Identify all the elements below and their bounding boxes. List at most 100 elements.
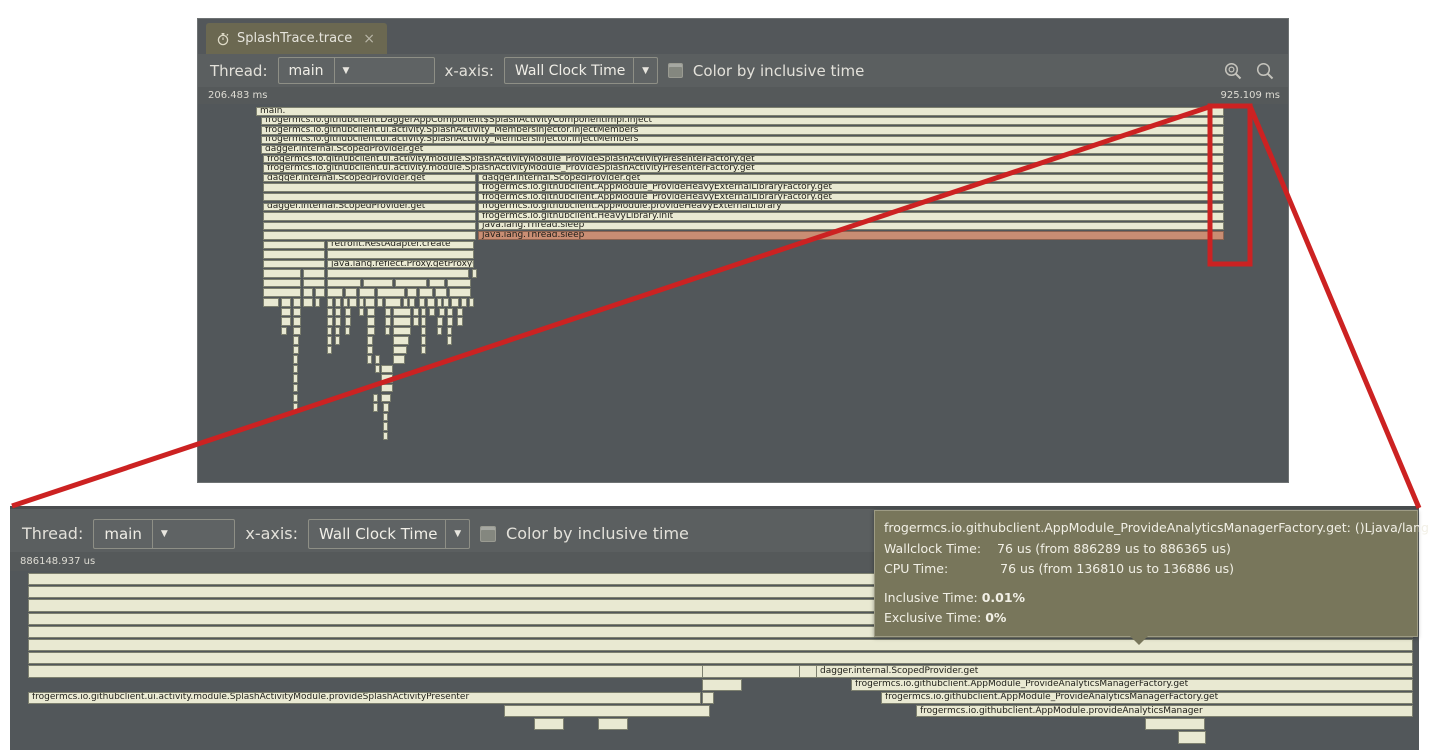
flame-frame[interactable] [327, 288, 343, 297]
thread-select[interactable]: main ▼ [93, 518, 236, 549]
flame-frame[interactable] [293, 307, 301, 317]
flame-frame[interactable] [443, 298, 449, 307]
flame-frame[interactable] [385, 307, 391, 317]
flame-frame[interactable] [407, 288, 417, 297]
top-flame-chart[interactable]: main. frogermcs.io.githubclient.DaggerApp… [198, 104, 1288, 482]
flame-frame[interactable] [447, 326, 452, 336]
flame-frame[interactable] [327, 345, 332, 355]
flame-frame[interactable] [702, 691, 714, 704]
flame-frame[interactable] [381, 374, 393, 383]
flame-frame[interactable] [345, 288, 357, 297]
flame-frame[interactable] [293, 355, 298, 364]
flame-frame[interactable] [263, 231, 476, 240]
flame-frame[interactable]: java.lang.Thread.sleep [478, 231, 1224, 240]
flame-frame[interactable] [373, 403, 378, 412]
flame-frame[interactable] [598, 718, 628, 731]
flame-frame[interactable] [363, 278, 393, 288]
flame-frame[interactable]: frogermcs.io.githubclient.AppModule_Prov… [478, 192, 1224, 202]
flame-frame[interactable] [383, 431, 388, 441]
color-by-inclusive-checkbox[interactable] [480, 525, 497, 542]
flame-frame[interactable] [393, 345, 407, 355]
flame-frame[interactable] [293, 336, 299, 345]
flame-frame[interactable] [367, 307, 375, 317]
flame-frame[interactable] [263, 288, 301, 297]
flame-frame[interactable] [437, 326, 442, 336]
flame-frame[interactable] [413, 317, 419, 326]
flame-frame[interactable] [345, 307, 351, 317]
flame-frame[interactable]: java.lang.reflect.Proxy.getProxyClass [327, 259, 474, 269]
xaxis-select[interactable]: Wall Clock Time ▼ [308, 518, 471, 549]
flame-frame[interactable] [409, 298, 415, 307]
flame-frame[interactable] [702, 678, 742, 691]
flame-frame[interactable] [327, 250, 474, 259]
flame-frame[interactable] [393, 317, 411, 326]
flame-frame[interactable]: frogermcs.io.githubclient.DaggerAppCompo… [261, 116, 1224, 126]
flame-frame[interactable] [383, 403, 389, 412]
flame-frame[interactable] [385, 326, 390, 336]
flame-frame[interactable] [281, 326, 287, 336]
thread-select[interactable]: main ▼ [277, 57, 435, 84]
flame-frame[interactable] [385, 317, 391, 326]
flame-frame[interactable] [293, 374, 298, 383]
flame-frame[interactable] [327, 336, 332, 345]
flame-frame[interactable] [472, 269, 477, 278]
flame-frame[interactable] [263, 298, 279, 307]
flame-frame[interactable] [457, 317, 463, 326]
flame-frame[interactable] [393, 336, 409, 345]
flame-frame[interactable] [377, 288, 405, 297]
flame-frame[interactable] [293, 383, 298, 393]
flame-frame[interactable] [335, 307, 341, 317]
flame-frame[interactable] [365, 298, 375, 307]
flame-frame[interactable]: frogermcs.io.githubclient.AppModule_Prov… [478, 183, 1224, 192]
flame-frame[interactable] [381, 393, 391, 403]
flame-frame[interactable] [367, 317, 375, 326]
flame-frame[interactable] [28, 652, 1413, 665]
flame-frame[interactable] [421, 345, 426, 355]
flame-frame[interactable] [315, 298, 320, 307]
flame-frame[interactable] [702, 665, 800, 678]
flame-frame[interactable]: dagger.internal.ScopedProvider.get [261, 145, 1224, 154]
flame-frame[interactable] [263, 192, 476, 202]
flame-frame[interactable] [447, 336, 452, 345]
flame-frame[interactable] [421, 326, 426, 336]
flame-frame[interactable] [393, 355, 405, 364]
flame-frame[interactable] [421, 317, 426, 326]
flame-frame[interactable] [303, 298, 313, 307]
flame-frame[interactable] [345, 317, 351, 326]
flame-frame[interactable] [367, 336, 373, 345]
flame-frame[interactable] [367, 355, 372, 364]
flame-frame[interactable] [293, 345, 299, 355]
flame-frame[interactable] [419, 288, 433, 297]
flame-frame[interactable] [381, 383, 393, 393]
flame-frame[interactable]: frogermcs.io.githubclient.AppModule.prov… [916, 705, 1413, 718]
flame-frame[interactable] [293, 364, 298, 374]
flame-frame[interactable] [263, 259, 325, 269]
flame-frame[interactable]: retrofit.RestAdapter.create [327, 240, 474, 250]
flame-frame[interactable]: dagger.internal.ScopedProvider.get [816, 665, 1413, 678]
flame-frame[interactable] [383, 412, 388, 422]
flame-frame[interactable] [281, 307, 291, 317]
flame-frame[interactable] [327, 298, 333, 307]
flame-frame[interactable] [345, 326, 350, 336]
flame-frame[interactable] [403, 298, 408, 307]
flame-frame[interactable] [293, 317, 301, 326]
flame-frame[interactable] [281, 317, 291, 326]
flame-frame[interactable] [293, 393, 298, 403]
flame-frame[interactable] [327, 307, 333, 317]
flame-frame[interactable] [359, 307, 364, 317]
flame-frame[interactable] [263, 269, 301, 278]
flame-frame[interactable] [461, 298, 467, 307]
flame-frame[interactable] [421, 336, 426, 345]
flame-frame[interactable] [28, 639, 1413, 652]
flame-frame[interactable] [395, 278, 427, 288]
flame-frame[interactable]: dagger.internal.ScopedProvider.get [263, 173, 476, 183]
flame-frame[interactable] [504, 705, 710, 718]
flame-frame[interactable] [263, 240, 325, 250]
color-by-inclusive-checkbox[interactable] [667, 63, 683, 78]
flame-frame[interactable] [375, 355, 380, 364]
flame-frame[interactable] [421, 307, 426, 317]
flame-frame[interactable] [359, 298, 364, 307]
flame-frame[interactable] [327, 317, 333, 326]
magnifier-icon[interactable] [1254, 60, 1276, 82]
flame-frame[interactable] [1178, 731, 1206, 744]
